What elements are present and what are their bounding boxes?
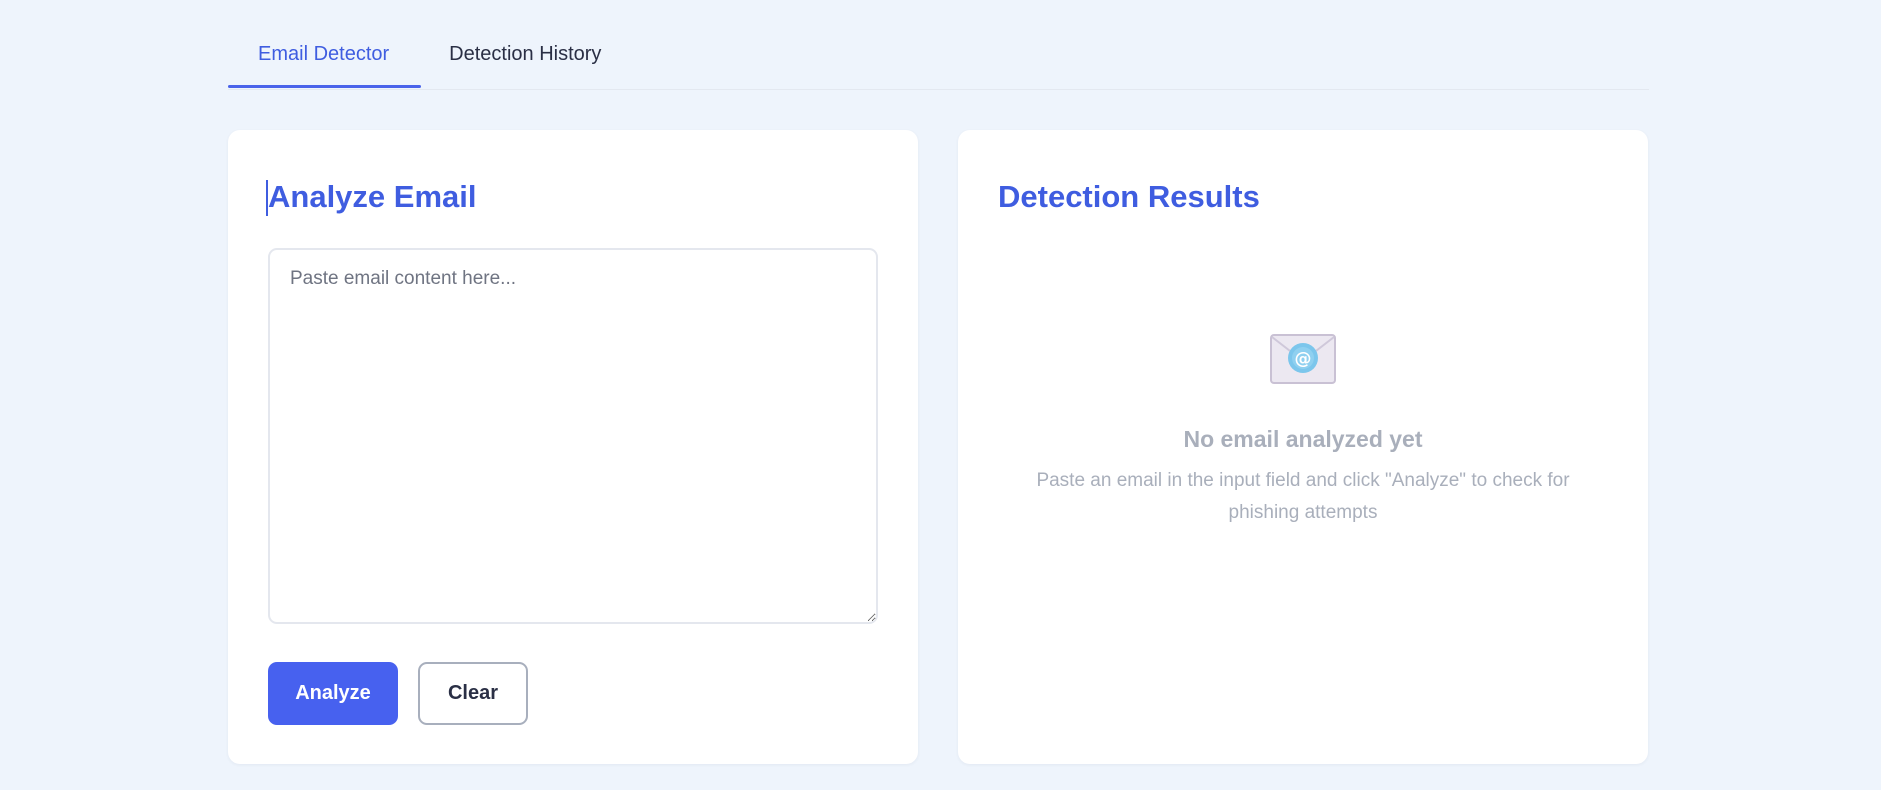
analyze-email-card: Analyze Email Analyze Clear <box>228 130 918 764</box>
detection-results-card: Detection Results @ No email analyzed ye… <box>958 130 1648 764</box>
envelope-at-icon: @ <box>1270 334 1336 384</box>
analyze-button[interactable]: Analyze <box>268 662 398 725</box>
tab-email-detector[interactable]: Email Detector <box>228 25 419 83</box>
email-content-input[interactable] <box>268 248 878 624</box>
active-tab-indicator <box>228 85 421 88</box>
empty-state: @ No email analyzed yet Paste an email i… <box>998 334 1608 529</box>
svg-text:@: @ <box>1295 349 1312 369</box>
clear-button[interactable]: Clear <box>418 662 528 725</box>
empty-state-description: Paste an email in the input field and cl… <box>1036 470 1570 523</box>
detection-results-title: Detection Results <box>998 179 1260 214</box>
tab-detection-history[interactable]: Detection History <box>419 25 631 83</box>
tab-bar: Email Detector Detection History <box>228 30 1649 90</box>
empty-state-title: No email analyzed yet <box>1183 426 1423 452</box>
analyze-email-title: Analyze Email <box>268 179 477 214</box>
